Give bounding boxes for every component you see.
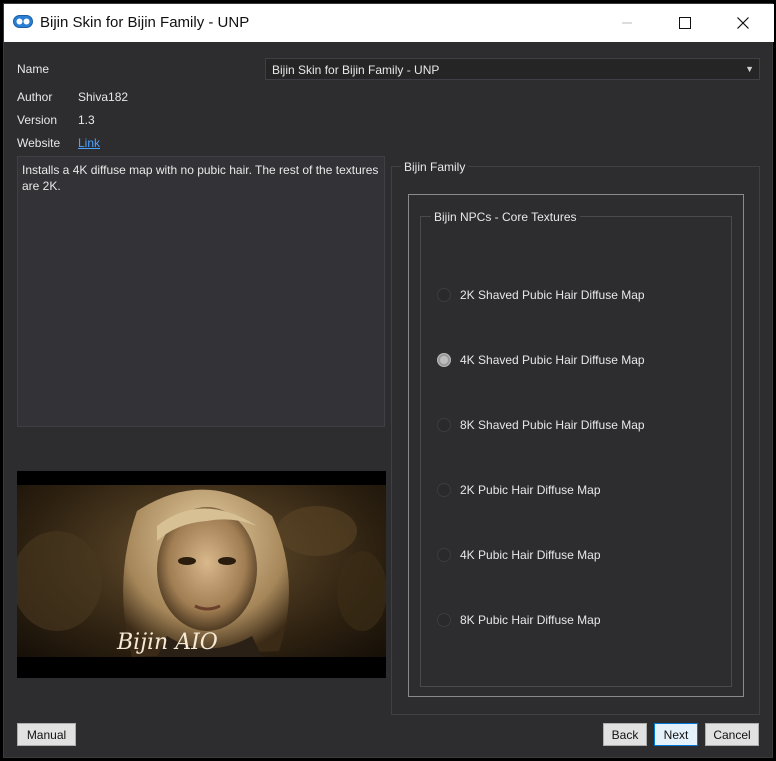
name-label: Name <box>17 62 50 76</box>
option-label: 4K Pubic Hair Diffuse Map <box>460 548 601 562</box>
app-logo-icon <box>13 15 33 28</box>
version-label: Version <box>17 113 58 127</box>
portrait-image: Bijin AIO <box>17 471 386 678</box>
preview-image: Bijin AIO <box>17 471 386 678</box>
signature-text: Bijin AIO <box>116 630 218 655</box>
close-icon <box>737 17 749 29</box>
back-button[interactable]: Back <box>603 723 647 746</box>
radio-button[interactable] <box>437 288 451 302</box>
option-8k-pubic[interactable]: 8K Pubic Hair Diffuse Map <box>437 611 601 629</box>
option-label: 8K Pubic Hair Diffuse Map <box>460 613 601 627</box>
bijin-family-group-title: Bijin Family <box>401 160 469 174</box>
radio-button-selected[interactable] <box>437 353 451 367</box>
option-4k-pubic[interactable]: 4K Pubic Hair Diffuse Map <box>437 546 601 564</box>
option-label: 4K Shaved Pubic Hair Diffuse Map <box>460 353 645 367</box>
version-value: 1.3 <box>78 113 95 127</box>
radio-button[interactable] <box>437 548 451 562</box>
maximize-icon <box>679 17 691 29</box>
manual-button[interactable]: Manual <box>17 723 76 746</box>
radio-button[interactable] <box>437 613 451 627</box>
chevron-down-icon: ▼ <box>745 64 754 74</box>
option-label: 8K Shaved Pubic Hair Diffuse Map <box>460 418 645 432</box>
option-2k-pubic[interactable]: 2K Pubic Hair Diffuse Map <box>437 481 601 499</box>
cancel-button[interactable]: Cancel <box>705 723 759 746</box>
option-2k-shaved[interactable]: 2K Shaved Pubic Hair Diffuse Map <box>437 286 645 304</box>
maximize-button[interactable] <box>656 4 714 42</box>
name-dropdown[interactable]: Bijin Skin for Bijin Family - UNP ▼ <box>265 58 760 80</box>
option-4k-shaved[interactable]: 4K Shaved Pubic Hair Diffuse Map <box>437 351 645 369</box>
option-label: 2K Shaved Pubic Hair Diffuse Map <box>460 288 645 302</box>
title-bar[interactable]: Bijin Skin for Bijin Family - UNP <box>4 4 774 42</box>
option-label: 2K Pubic Hair Diffuse Map <box>460 483 601 497</box>
author-label: Author <box>17 90 53 104</box>
minimize-icon <box>622 22 632 24</box>
window-title: Bijin Skin for Bijin Family - UNP <box>40 14 250 31</box>
name-dropdown-value: Bijin Skin for Bijin Family - UNP <box>272 63 440 77</box>
radio-button[interactable] <box>437 418 451 432</box>
website-label: Website <box>17 136 61 150</box>
minimize-button[interactable] <box>598 4 656 42</box>
option-8k-shaved[interactable]: 8K Shaved Pubic Hair Diffuse Map <box>437 416 645 434</box>
website-link[interactable]: Link <box>78 136 100 150</box>
core-textures-group-title: Bijin NPCs - Core Textures <box>431 210 580 224</box>
installer-window: Bijin Skin for Bijin Family - UNP Name B… <box>3 3 774 758</box>
author-value: Shiva182 <box>78 90 129 104</box>
close-button[interactable] <box>714 4 772 42</box>
next-button[interactable]: Next <box>654 723 698 746</box>
radio-button[interactable] <box>437 483 451 497</box>
description-box[interactable]: Installs a 4K diffuse map with no pubic … <box>17 156 385 427</box>
